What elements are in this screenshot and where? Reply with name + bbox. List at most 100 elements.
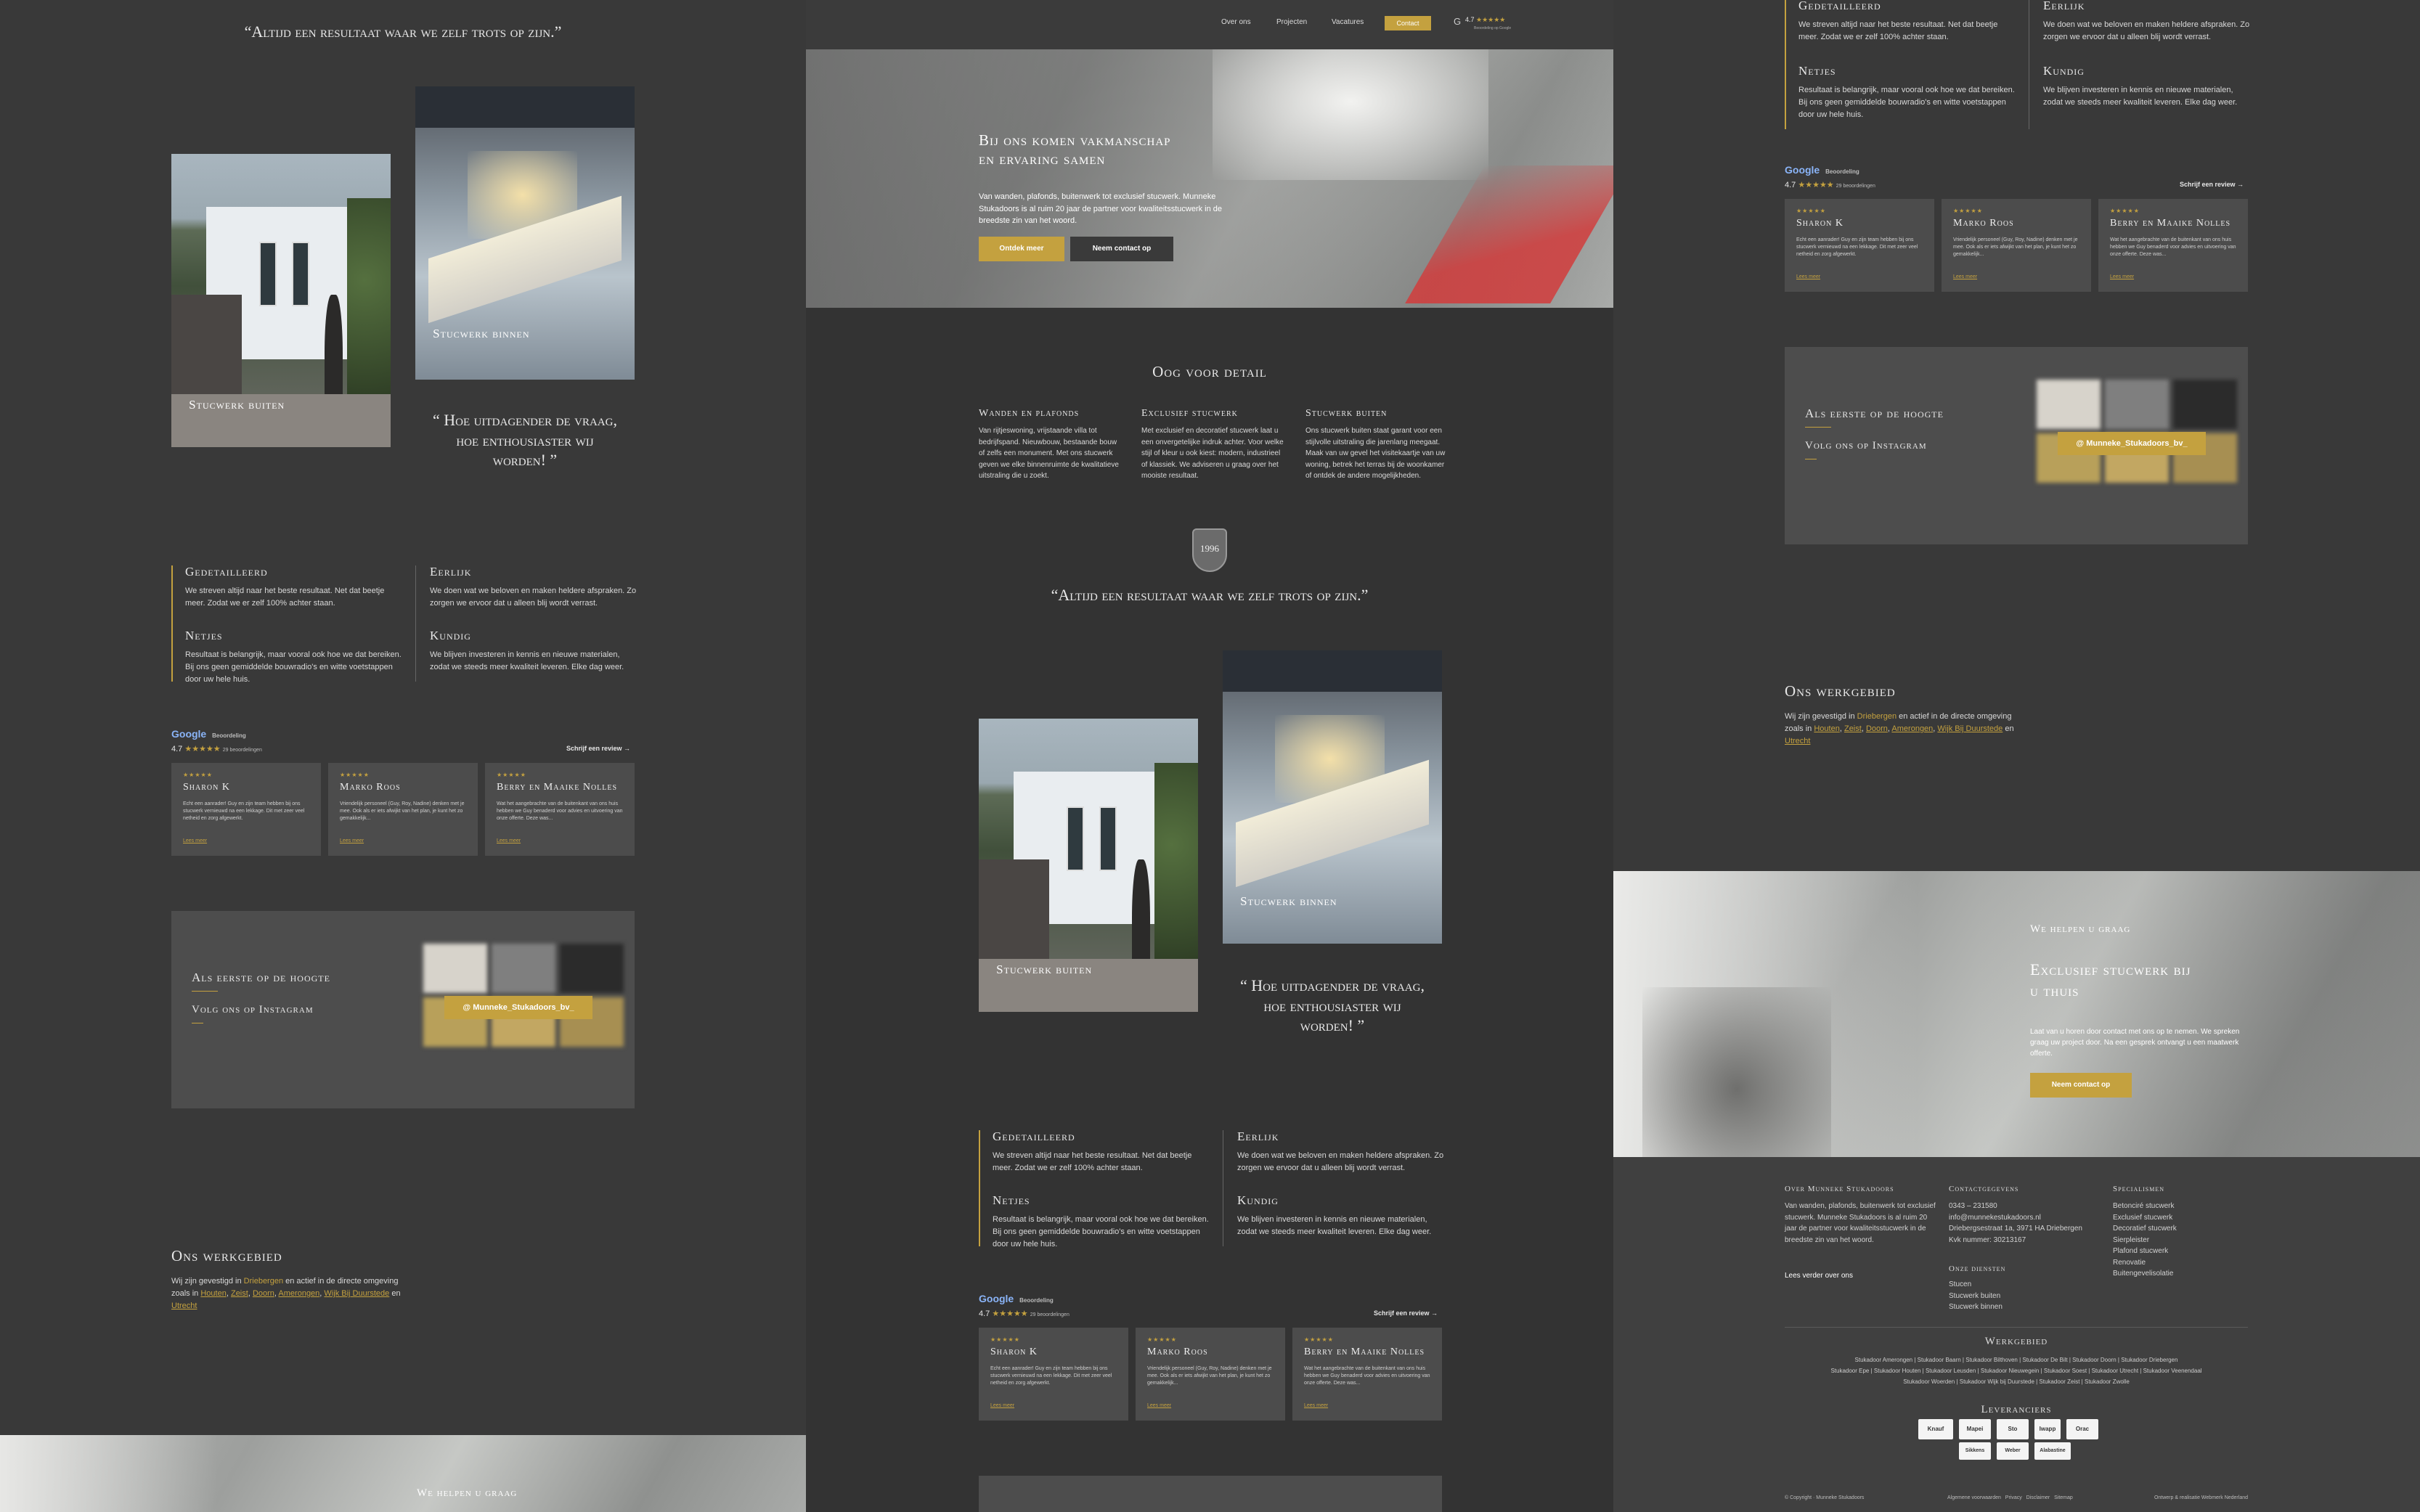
detail-title: Oog voor detail [1152,363,1267,380]
google-score: 4.7 ★★★★★ 29 beoordelingen [979,1309,1070,1318]
hero: Bij ons komen vakmanschap en ervaring sam… [806,49,1613,308]
footer-phone[interactable]: 0343 – 231580 [1949,1201,2082,1212]
values-accent-line [1785,0,1786,129]
supplier-logo: Knauf [1918,1419,1953,1439]
value-gedetailleerd: Gedetailleerd We streven altijd naar het… [185,565,385,608]
values-accent-line [171,565,173,682]
review-card: ★★★★★ Sharon K Echt een aanrader! Guy en… [1785,199,1934,292]
google-logo: Google Beoordeling [1785,164,1859,176]
google-logo: Google Beoordeling [171,728,246,740]
google-g-icon: G [1454,16,1462,27]
photo-label-inside: Stucwerk binnen [433,327,530,341]
design-credit[interactable]: Ontwerp & realisatie Webmerk Nederland [2136,1495,2248,1500]
value-kundig: Kundig We blijven investeren in kennis e… [1237,1193,1432,1237]
footer-contact: 0343 – 231580 info@munnekestukadoors.nl … [1949,1201,2082,1244]
hero-text: Van wanden, plafonds, buitenwerk tot exc… [979,192,1223,225]
instagram-block [979,1476,1442,1512]
challenge-quote: “ Hoe uitdagender de vraag, hoe enthousi… [1240,976,1425,1034]
nav-item-over-ons[interactable]: Over ons [1221,18,1251,26]
year-badge-icon: 1996 [1192,528,1227,572]
top-nav: Over ons Projecten Vacatures Contact G 4… [806,0,1613,49]
screenshot-column-left: “Altijd een resultaat waar we zelf trots… [0,0,806,1512]
write-review-link[interactable]: Schrijf een review → [2180,181,2244,188]
write-review-link[interactable]: Schrijf een review → [1374,1309,1438,1317]
discover-more-button[interactable]: Ontdek meer [979,237,1064,261]
cta-banner: We helpen u graag [0,1435,806,1512]
supplier-logo: Weber [1997,1442,2029,1460]
value-kundig: Kundig We blijven investeren in kennis e… [2043,64,2238,107]
area-title: Ons werkgebied [171,1247,282,1264]
supplier-logo: Alabastine [2034,1442,2071,1460]
cta-title: Exclusief stucwerk bij u thuis [2030,960,2191,1000]
instagram-block: Als eerste op de hoogte Volg ons op Inst… [1785,347,2248,544]
instagram-block: Als eerste op de hoogte Volg ons op Inst… [171,911,635,1108]
nav-item-projecten[interactable]: Projecten [1276,18,1307,26]
nav-rating: 4.7 ★★★★★ [1465,16,1506,23]
copyright: © Copyright · Munneke Stukadoors [1785,1495,1865,1500]
review-card: ★★★★★ Berry en Maaike Nolles Wat het aan… [2098,199,2248,292]
cta-contact-button[interactable]: Neem contact op [2030,1073,2132,1098]
supplier-logo: Sikkens [1959,1442,1991,1460]
supplier-logo: Orac [2066,1419,2098,1439]
review-card: ★★★★★ Berry en Maaike Nolles Wat het aan… [485,763,635,856]
pride-quote: “Altijd een resultaat waar we zelf trots… [244,23,562,41]
supplier-logo: Mapei [1959,1419,1991,1439]
review-card: ★★★★★ Marko Roos Vriendelijk personeel (… [328,763,478,856]
detail-col-exclusive: Exclusief stucwerk Met exclusief en deco… [1141,408,1284,480]
supplier-logo: Iwapp [2034,1419,2061,1439]
write-review-link[interactable]: Schrijf een review → [566,745,630,752]
score-stars-icon: ★★★★★ [184,745,221,753]
area-text: Wij zijn gevestigd in Driebergen en acti… [171,1277,401,1311]
instagram-follow-button[interactable]: @ Munneke_Stukadoors_bv_ [444,996,592,1019]
photo-label-outside: Stucwerk buiten [189,397,285,412]
supplier-logo: Sto [1997,1419,2029,1439]
cta-text: Laat van u horen door contact met ons op… [2030,1028,2240,1058]
footer: Over Munneke Stukadoors Van wanden, plaf… [1613,1157,2420,1512]
detail-col-outside: Stucwerk buiten Ons stucwerk buiten staa… [1305,408,1446,480]
review-card: ★★★★★ Sharon K Echt een aanrader! Guy en… [979,1328,1128,1421]
cta-kicker: We helpen u graag [2030,923,2131,935]
google-logo: Google Beoordeling [979,1293,1054,1304]
footer-email[interactable]: info@munnekestukadoors.nl [1949,1212,2082,1224]
area-title: Ons werkgebied [1785,682,1896,700]
nav-contact-button[interactable]: Contact [1385,16,1431,30]
contact-button[interactable]: Neem contact op [1070,237,1173,261]
value-kundig: Kundig We blijven investeren in kennis e… [430,629,624,672]
footer-region-links: Stukadoor Amerongen | Stukadoor Baarn | … [1830,1357,2202,1386]
pride-quote: “Altijd een resultaat waar we zelf trots… [1051,586,1369,604]
value-gedetailleerd: Gedetailleerd We streven altijd naar het… [1798,0,1998,42]
review-card: ★★★★★ Marko Roos Vriendelijk personeel (… [1942,199,2091,292]
nav-stars-icon: ★★★★★ [1476,16,1506,23]
score-stars-icon: ★★★★★ [992,1309,1028,1318]
about-us-link[interactable]: Lees verder over ons [1785,1272,1853,1280]
google-score: 4.7 ★★★★★ 29 beoordelingen [1785,181,1875,189]
review-card: ★★★★★ Marko Roos Vriendelijk personeel (… [1136,1328,1285,1421]
photo-stucwerk-binnen[interactable]: Stucwerk binnen [1223,650,1442,944]
cta-banner: We helpen u graag Exclusief stucwerk bij… [1613,871,2420,1157]
screenshot-column-middle: Over ons Projecten Vacatures Contact G 4… [806,0,1613,1512]
value-netjes: Netjes Resultaat is belangrijk, maar voo… [1798,64,2015,120]
hero-title: Bij ons komen vakmanschap en ervaring sam… [979,131,1171,168]
values-accent-line [979,1130,980,1246]
footer-services: Stucen Stucwerk buiten Stucwerk binnen [1949,1280,2003,1311]
nav-item-vacatures[interactable]: Vacatures [1332,18,1364,26]
instagram-follow-button[interactable]: @ Munneke_Stukadoors_bv_ [2058,432,2206,455]
area-text: Wij zijn gevestigd in Driebergen en acti… [1785,712,2014,746]
photo-label-outside: Stucwerk buiten [996,962,1093,976]
challenge-quote: “ Hoe uitdagender de vraag, hoe enthousi… [433,411,617,469]
footer-legal-links: Algemene voorwaarden Privacy Disclaimer … [1947,1495,2073,1500]
score-stars-icon: ★★★★★ [1798,181,1834,189]
google-score: 4.7 ★★★★★ 29 beoordelingen [171,745,262,753]
value-netjes: Netjes Resultaat is belangrijk, maar voo… [993,1193,1209,1249]
screenshot-column-right: Gedetailleerd We streven altijd naar het… [1613,0,2420,1512]
value-eerlijk: Eerlijk We doen wat we beloven en maken … [430,565,637,608]
review-card: ★★★★★ Berry en Maaike Nolles Wat het aan… [1292,1328,1442,1421]
photo-stucwerk-binnen[interactable]: Stucwerk binnen [415,86,635,380]
value-eerlijk: Eerlijk We doen wat we beloven en maken … [2043,0,2250,42]
photo-label-inside: Stucwerk binnen [1240,894,1337,908]
footer-specialisms: Betonciré stucwerk Exclusief stucwerk De… [2113,1202,2177,1278]
value-gedetailleerd: Gedetailleerd We streven altijd naar het… [993,1129,1192,1173]
review-card: ★★★★★ Sharon K Echt een aanrader! Guy en… [171,763,321,856]
photo-stucwerk-buiten[interactable]: Stucwerk buiten [171,154,391,447]
photo-stucwerk-buiten[interactable]: Stucwerk buiten [979,719,1198,1012]
